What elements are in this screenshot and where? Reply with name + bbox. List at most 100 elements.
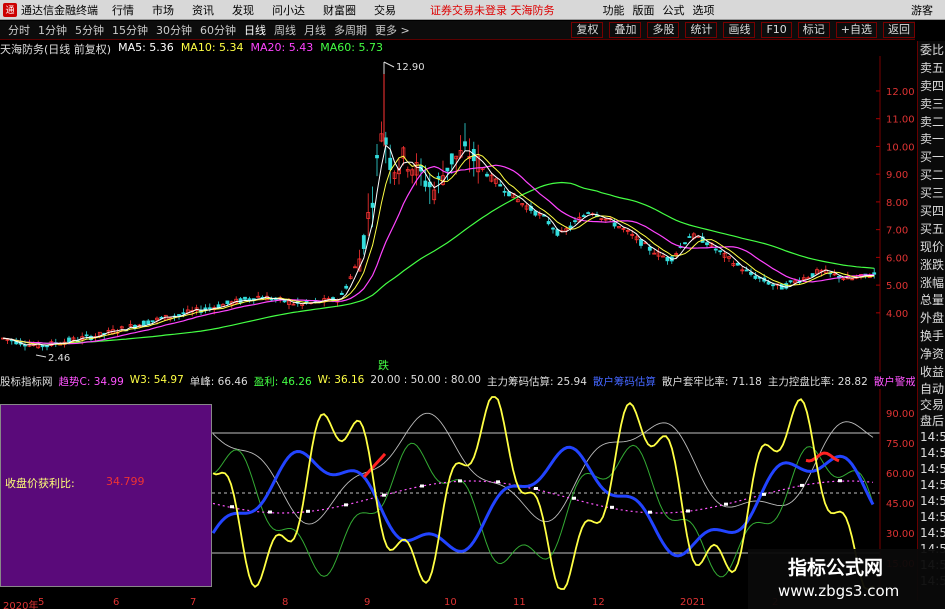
low-pointer (35, 354, 47, 358)
side-item[interactable]: 卖二 (918, 113, 945, 131)
candle-body (718, 250, 723, 253)
login-warning[interactable]: 证券交易未登录 天海防务 (430, 2, 555, 18)
side-item[interactable]: 涨幅 (918, 274, 945, 292)
menu-item-trade[interactable]: 交易 (374, 2, 396, 18)
quote-side-list: 委比 卖五 卖四 卖三 卖二 卖一 买一 买二 买三 买四 买五 现价 涨跌 涨幅 总量 外盘 换手 净资 收益 (917, 41, 945, 381)
tool-draw[interactable]: 画线 (723, 22, 756, 38)
side-item[interactable]: 净资 (918, 345, 945, 363)
side-item[interactable]: 买二 (918, 166, 945, 184)
candle-body (45, 345, 49, 348)
legend-ma60: MA60: 5.73 (320, 41, 383, 54)
menu-item-markets[interactable]: 市场 (152, 2, 174, 18)
guest-user[interactable]: 游客 (911, 2, 933, 18)
side-item[interactable]: 买一 (918, 148, 945, 166)
side-item[interactable]: 买三 (918, 184, 945, 202)
side-item[interactable]: 买四 (918, 202, 945, 220)
candle-body (383, 137, 388, 145)
side-item-trade[interactable]: 自动 (918, 381, 945, 397)
indicator-value: W: 36.16 (317, 374, 365, 386)
menu-formula[interactable]: 公式 (663, 2, 685, 18)
candle-body (568, 225, 573, 229)
menu-item-wealth[interactable]: 财富圈 (323, 2, 356, 18)
side-item[interactable]: 卖五 (918, 59, 945, 77)
side-item-trade[interactable]: 14:50 (918, 525, 945, 541)
indicator-name[interactable]: 股标指标网 (0, 374, 53, 388)
candle-body (141, 320, 146, 326)
low-annotation: 2.46 (48, 353, 70, 364)
candle-body (84, 334, 89, 337)
menu-item-market[interactable]: 行情 (112, 2, 134, 18)
side-item[interactable]: 卖一 (918, 130, 945, 148)
tool-overlay[interactable]: 叠加 (609, 22, 642, 38)
candle-body (67, 337, 71, 343)
period-more[interactable]: 更多 > (375, 22, 410, 38)
tool-add-watchlist[interactable]: +自选 (835, 22, 877, 38)
side-item-trade[interactable]: 14:50 (918, 509, 945, 525)
kline-chart[interactable]: 12.0011.0010.009.008.007.006.005.004.00 … (0, 56, 915, 372)
period-monthly[interactable]: 月线 (304, 22, 326, 38)
period-multi[interactable]: 多周期 (334, 22, 367, 38)
side-item-trade[interactable]: 交易 (918, 397, 945, 413)
candle-body (647, 246, 652, 251)
menu-function[interactable]: 功能 (603, 2, 625, 18)
ind-dot-marker (420, 484, 424, 488)
candle-body (463, 141, 467, 147)
tool-stats[interactable]: 统计 (685, 22, 718, 38)
ind-tick: 90.00 (886, 409, 915, 420)
candle-body (339, 292, 344, 295)
side-item-trade[interactable]: 盘后 (918, 413, 945, 429)
side-item[interactable]: 涨跌 (918, 256, 945, 274)
indicator-pink-dotted-line (212, 480, 874, 514)
period-bar: 分时 1分钟 5分钟 15分钟 30分钟 60分钟 日线 周线 月线 多周期 更… (0, 21, 915, 40)
tool-back[interactable]: 返回 (883, 22, 915, 38)
period-1min[interactable]: 1分钟 (38, 22, 67, 38)
candle-body (502, 190, 507, 193)
ind-dot-marker (306, 509, 310, 513)
tool-f10[interactable]: F10 (761, 22, 792, 38)
ind-dot-marker (572, 496, 576, 500)
date-tick: 8 (282, 597, 289, 608)
side-item[interactable]: 外盘 (918, 309, 945, 327)
side-item[interactable]: 现价 (918, 238, 945, 256)
period-tick[interactable]: 分时 (8, 22, 30, 38)
period-60min[interactable]: 60分钟 (200, 22, 236, 38)
menu-item-news[interactable]: 资讯 (192, 2, 214, 18)
period-daily[interactable]: 日线 (244, 22, 266, 38)
side-item-trade[interactable]: 14:50 (918, 461, 945, 477)
side-item[interactable]: 总量 (918, 291, 945, 309)
candle-body (771, 284, 775, 287)
menu-item-ask[interactable]: 问小达 (272, 2, 305, 18)
side-item-trade[interactable]: 14:50 (918, 477, 945, 493)
side-item[interactable]: 卖四 (918, 77, 945, 95)
menu-item-discover[interactable]: 发现 (232, 2, 254, 18)
period-5min[interactable]: 5分钟 (75, 22, 104, 38)
ind-dot-marker (686, 509, 690, 513)
side-item[interactable]: 收益 (918, 363, 945, 381)
side-item[interactable]: 买五 (918, 220, 945, 238)
candle-body (449, 153, 454, 165)
side-item[interactable]: 委比 (918, 41, 945, 59)
candle-body (581, 215, 586, 217)
period-15min[interactable]: 15分钟 (112, 22, 148, 38)
candle-body (445, 167, 450, 172)
period-30min[interactable]: 30分钟 (156, 22, 192, 38)
tool-mark[interactable]: 标记 (797, 22, 830, 38)
ma-legend: 天海防务(日线 前复权) MA5: 5.36 MA10: 5.34 MA20: … (0, 41, 390, 56)
tool-multistock[interactable]: 多股 (647, 22, 680, 38)
side-item[interactable]: 卖三 (918, 95, 945, 113)
menu-layout[interactable]: 版面 (633, 2, 655, 18)
menu-options[interactable]: 选项 (693, 2, 715, 18)
candle-body (705, 242, 709, 246)
candle-body (753, 275, 758, 279)
period-weekly[interactable]: 周线 (274, 22, 296, 38)
side-item-trade[interactable]: 14:50 (918, 445, 945, 461)
legend-title[interactable]: 天海防务(日线 前复权) (0, 41, 111, 56)
ind-tick: 45.00 (886, 499, 915, 510)
side-item-trade[interactable]: 14:50 (918, 429, 945, 445)
side-item[interactable]: 换手 (918, 327, 945, 345)
signal-label: 跌 (378, 358, 389, 372)
side-item-trade[interactable]: 14:50 (918, 493, 945, 509)
tool-adjust[interactable]: 复权 (571, 22, 604, 38)
menu-bar: 通 通达信金融终端 行情 市场 资讯 发现 问小达 财富圈 交易 证券交易未登录… (0, 0, 945, 20)
candle-body (713, 248, 718, 251)
